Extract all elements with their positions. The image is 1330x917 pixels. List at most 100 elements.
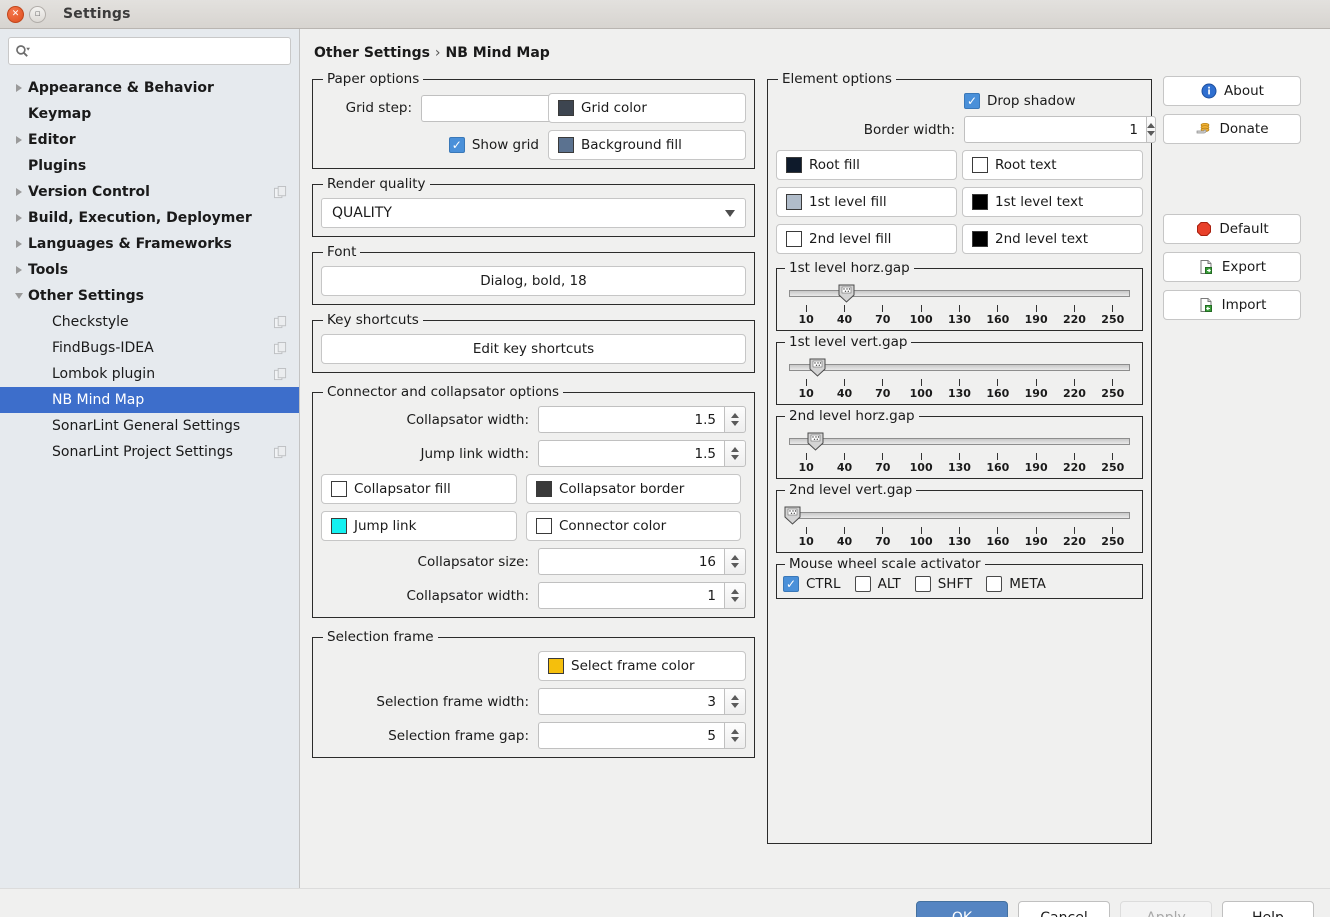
slider-track[interactable] bbox=[789, 512, 1130, 519]
jump-link-width-spinner[interactable] bbox=[538, 440, 746, 467]
font-button[interactable]: Dialog, bold, 18 bbox=[321, 266, 746, 296]
border-width-spinner[interactable] bbox=[964, 116, 1156, 143]
border-width-input[interactable] bbox=[964, 116, 1146, 143]
selection-frame-gap-input[interactable] bbox=[538, 722, 724, 749]
jump-link-button[interactable]: Jump link bbox=[321, 511, 517, 541]
modifier-checkbox-shft[interactable]: SHFT bbox=[914, 576, 972, 592]
slider-2[interactable]: 10 40 70 100 130 160 190 220 250 bbox=[783, 427, 1136, 474]
2nd-level-text-button[interactable]: 2nd level text bbox=[962, 224, 1143, 254]
render-quality-select[interactable]: QUALITY bbox=[321, 198, 746, 228]
sidebar-item-checkstyle[interactable]: Checkstyle bbox=[0, 309, 299, 335]
close-window-icon[interactable]: ✕ bbox=[7, 5, 24, 23]
collapsator-size-spinner[interactable] bbox=[538, 548, 746, 575]
chevron-right-icon[interactable] bbox=[10, 188, 28, 196]
copy-icon[interactable] bbox=[274, 446, 287, 459]
default-button[interactable]: Default bbox=[1163, 214, 1301, 244]
collapsator-width2-spinner[interactable] bbox=[538, 582, 746, 609]
selection-frame-gap-stepper[interactable] bbox=[724, 722, 746, 749]
slider-track[interactable] bbox=[789, 364, 1130, 371]
collapsator-width-input[interactable] bbox=[538, 406, 724, 433]
2nd-level-fill-button[interactable]: 2nd level fill bbox=[776, 224, 957, 254]
show-grid-checkbox[interactable]: Show grid bbox=[448, 137, 539, 153]
cancel-button[interactable]: Cancel bbox=[1018, 900, 1110, 917]
chevron-right-icon[interactable] bbox=[10, 266, 28, 274]
collapsator-width-spinner[interactable] bbox=[538, 406, 746, 433]
about-button[interactable]: About bbox=[1163, 76, 1301, 106]
grid-color-button[interactable]: Grid color bbox=[548, 93, 746, 123]
collapsator-size-stepper[interactable] bbox=[724, 548, 746, 575]
slider-thumb[interactable] bbox=[838, 284, 855, 303]
selection-frame-gap-spinner[interactable] bbox=[538, 722, 746, 749]
selection-frame-width-input[interactable] bbox=[538, 688, 724, 715]
slider-thumb-icon[interactable] bbox=[784, 506, 801, 525]
slider-1[interactable]: 10 40 70 100 130 160 190 220 250 bbox=[783, 353, 1136, 400]
slider-thumb[interactable] bbox=[807, 432, 824, 451]
slider-0[interactable]: 10 40 70 100 130 160 190 220 250 bbox=[783, 279, 1136, 326]
slider-thumb[interactable] bbox=[784, 506, 801, 525]
slider-track[interactable] bbox=[789, 438, 1130, 445]
slider-track-area[interactable] bbox=[789, 357, 1130, 379]
import-button[interactable]: Import bbox=[1163, 290, 1301, 320]
sidebar-item-build-execution-deploymer[interactable]: Build, Execution, Deploymer bbox=[0, 205, 299, 231]
collapsator-width2-input[interactable] bbox=[538, 582, 724, 609]
help-button[interactable]: Help bbox=[1222, 900, 1314, 917]
sidebar-item-lombok-plugin[interactable]: Lombok plugin bbox=[0, 361, 299, 387]
export-button[interactable]: Export bbox=[1163, 252, 1301, 282]
breadcrumb-parent[interactable]: Other Settings bbox=[314, 45, 430, 61]
slider-3[interactable]: 10 40 70 100 130 160 190 220 250 bbox=[783, 501, 1136, 548]
sidebar-item-appearance-behavior[interactable]: Appearance & Behavior bbox=[0, 75, 299, 101]
sidebar-item-editor[interactable]: Editor bbox=[0, 127, 299, 153]
maximize-window-icon[interactable]: ▫ bbox=[29, 5, 46, 23]
slider-track-area[interactable] bbox=[784, 505, 1130, 527]
sidebar-item-sonarlint-general-settings[interactable]: SonarLint General Settings bbox=[0, 413, 299, 439]
sidebar-item-nb-mind-map[interactable]: NB Mind Map bbox=[0, 387, 299, 413]
sidebar-item-plugins[interactable]: Plugins bbox=[0, 153, 299, 179]
chevron-down-icon[interactable] bbox=[10, 293, 28, 299]
slider-thumb-icon[interactable] bbox=[807, 432, 824, 451]
select-frame-color-button[interactable]: Select frame color bbox=[538, 651, 746, 681]
ok-button[interactable]: OK bbox=[916, 900, 1008, 917]
collapsator-size-input[interactable] bbox=[538, 548, 724, 575]
slider-track-area[interactable] bbox=[789, 283, 1130, 305]
sidebar-item-tools[interactable]: Tools bbox=[0, 257, 299, 283]
slider-thumb-icon[interactable] bbox=[809, 358, 826, 377]
collapsator-fill-button[interactable]: Collapsator fill bbox=[321, 474, 517, 504]
sidebar-item-languages-frameworks[interactable]: Languages & Frameworks bbox=[0, 231, 299, 257]
drop-shadow-checkbox[interactable]: Drop shadow bbox=[964, 93, 1076, 109]
chevron-right-icon[interactable] bbox=[10, 136, 28, 144]
copy-icon[interactable] bbox=[274, 342, 287, 355]
root-text-button[interactable]: Root text bbox=[962, 150, 1143, 180]
modifier-checkbox-meta[interactable]: META bbox=[986, 576, 1046, 592]
modifier-checkbox-ctrl[interactable]: CTRL bbox=[783, 576, 841, 592]
collapsator-border-button[interactable]: Collapsator border bbox=[526, 474, 741, 504]
chevron-right-icon[interactable] bbox=[10, 214, 28, 222]
search-box[interactable] bbox=[8, 37, 291, 65]
modifier-checkbox-alt[interactable]: ALT bbox=[854, 576, 901, 592]
copy-icon[interactable] bbox=[274, 186, 287, 199]
sidebar-item-other-settings[interactable]: Other Settings bbox=[0, 283, 299, 309]
selection-frame-width-spinner[interactable] bbox=[538, 688, 746, 715]
connector-color-button[interactable]: Connector color bbox=[526, 511, 741, 541]
slider-thumb-icon[interactable] bbox=[838, 284, 855, 303]
chevron-right-icon[interactable] bbox=[10, 84, 28, 92]
1st-level-text-button[interactable]: 1st level text bbox=[962, 187, 1143, 217]
collapsator-width-stepper[interactable] bbox=[724, 406, 746, 433]
root-fill-button[interactable]: Root fill bbox=[776, 150, 957, 180]
slider-track-area[interactable] bbox=[789, 431, 1130, 453]
1st-level-fill-button[interactable]: 1st level fill bbox=[776, 187, 957, 217]
sidebar-item-keymap[interactable]: Keymap bbox=[0, 101, 299, 127]
copy-icon[interactable] bbox=[274, 368, 287, 381]
selection-frame-width-stepper[interactable] bbox=[724, 688, 746, 715]
background-fill-button[interactable]: Background fill bbox=[548, 130, 746, 160]
chevron-right-icon[interactable] bbox=[10, 240, 28, 248]
collapsator-width2-stepper[interactable] bbox=[724, 582, 746, 609]
copy-icon[interactable] bbox=[274, 316, 287, 329]
grid-step-spinner[interactable] bbox=[421, 94, 613, 122]
jump-link-width-stepper[interactable] bbox=[724, 440, 746, 467]
sidebar-item-findbugs-idea[interactable]: FindBugs-IDEA bbox=[0, 335, 299, 361]
sidebar-item-sonarlint-project-settings[interactable]: SonarLint Project Settings bbox=[0, 439, 299, 465]
slider-thumb[interactable] bbox=[809, 358, 826, 377]
edit-key-shortcuts-button[interactable]: Edit key shortcuts bbox=[321, 334, 746, 364]
donate-button[interactable]: Donate bbox=[1163, 114, 1301, 144]
border-width-stepper[interactable] bbox=[1146, 116, 1156, 143]
